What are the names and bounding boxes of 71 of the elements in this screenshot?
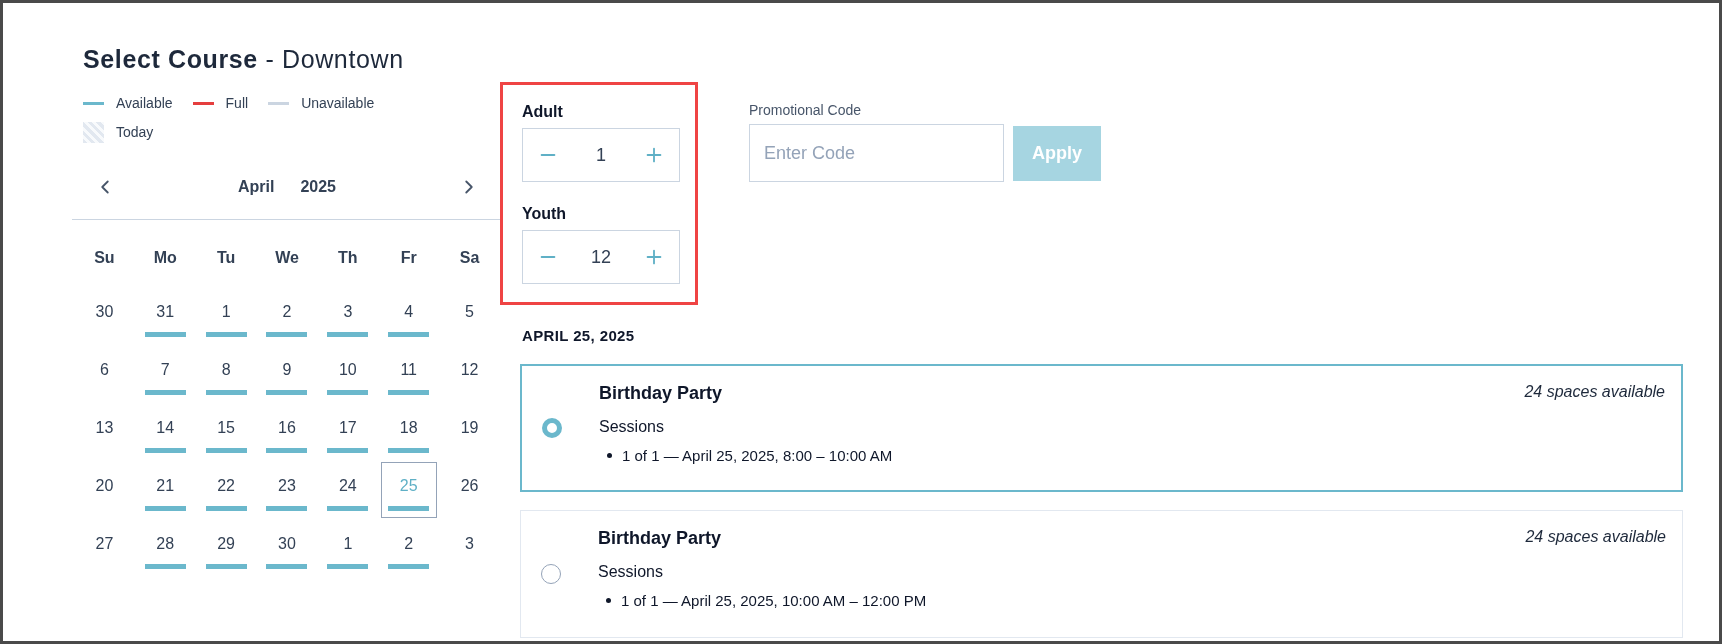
calendar-day[interactable]: 20 — [76, 461, 133, 518]
weekday-header: Th — [338, 247, 358, 268]
calendar-day[interactable]: 5 — [441, 287, 498, 344]
weekday-header: Su — [94, 247, 115, 268]
quantity-value: 1 — [596, 143, 606, 167]
bullet-icon — [607, 453, 612, 459]
calendar-day[interactable]: 21 — [137, 461, 194, 518]
calendar-day[interactable]: 3 — [441, 519, 498, 576]
sessions-label: Sessions — [599, 416, 664, 437]
quantity-stepper[interactable]: 1 — [522, 128, 680, 182]
legend-label: Today — [116, 122, 154, 142]
calendar-day[interactable]: 30 — [76, 287, 133, 344]
calendar-day[interactable]: 2 — [259, 287, 315, 344]
calendar-day[interactable]: 14 — [137, 403, 194, 460]
quantity-label: Youth — [522, 204, 568, 224]
course-card[interactable]: Birthday Party 24 spaces available Sessions 1 of 1 — April 25, 2025, 8:00 – 10:00 AM — [520, 363, 1683, 492]
calendar-day[interactable]: 22 — [198, 461, 255, 518]
calendar-day[interactable]: 11 — [380, 345, 437, 402]
weekday-header: Mo — [153, 247, 177, 268]
calendar-day[interactable]: 15 — [198, 403, 255, 460]
session-time: 1 of 1 — April 25, 2025, 10:00 AM – 12:00 PM — [621, 590, 927, 611]
legend-label: Unavailable — [301, 93, 375, 113]
calendar-day[interactable]: 10 — [319, 345, 376, 402]
quantity-label: Adult — [522, 102, 564, 122]
page-title: Select Course - Downtown — [83, 44, 404, 75]
weekday-header: Fr — [400, 247, 417, 268]
calendar-day[interactable]: 7 — [137, 345, 194, 402]
calendar-day[interactable]: 2 — [380, 519, 437, 576]
legend-label: Full — [225, 93, 249, 113]
quantity-stepper[interactable]: 12 — [522, 230, 680, 284]
weekday-header: Tu — [216, 247, 236, 268]
calendar-day[interactable]: 26 — [441, 461, 498, 518]
calendar-day[interactable]: 1 — [198, 287, 255, 344]
calendar-day[interactable]: 12 — [441, 345, 498, 402]
calendar-day[interactable]: 13 — [76, 403, 133, 460]
calendar-day[interactable]: 8 — [198, 345, 255, 402]
calendar-day[interactable]: 17 — [319, 403, 376, 460]
calendar-day[interactable]: 29 — [198, 519, 255, 576]
calendar-day[interactable]: 1 — [319, 519, 376, 576]
weekday-header: Sa — [459, 247, 480, 268]
legend-hatch-icon — [83, 121, 104, 143]
radio-button[interactable] — [542, 417, 562, 438]
course-card[interactable]: Birthday Party 24 spaces available Sessions 1 of 1 — April 25, 2025, 10:00 AM – 12:00 PM — [520, 509, 1683, 638]
session-time: 1 of 1 — April 25, 2025, 8:00 – 10:00 AM — [622, 445, 893, 466]
month-label: April — [237, 176, 275, 197]
sessions-label: Sessions — [598, 561, 663, 582]
date-heading: APRIL 25, 2025 — [522, 326, 635, 346]
weekday-header: We — [275, 247, 299, 268]
year-label: 2025 — [300, 176, 336, 197]
calendar-day[interactable]: 9 — [259, 345, 315, 402]
calendar-day[interactable]: 3 — [319, 287, 376, 344]
promo-label: Promotional Code — [749, 101, 863, 120]
calendar-day[interactable]: 27 — [76, 519, 133, 576]
bullet-icon — [606, 598, 611, 604]
legend-label: Available — [116, 93, 173, 113]
course-name: Birthday Party — [598, 526, 722, 550]
spaces-available: 24 spaces available — [1524, 381, 1665, 402]
calendar-day[interactable]: 28 — [137, 519, 194, 576]
quantity-value: 12 — [591, 245, 611, 269]
spaces-available: 24 spaces available — [1525, 526, 1666, 547]
calendar-day[interactable]: 23 — [259, 461, 315, 518]
promo-code-input[interactable]: Enter Code — [749, 124, 1004, 182]
calendar-day[interactable]: 4 — [380, 287, 437, 344]
calendar-day[interactable]: 6 — [76, 345, 133, 402]
calendar-day[interactable]: 31 — [137, 287, 194, 344]
calendar-day[interactable]: 24 — [319, 461, 376, 518]
course-name: Birthday Party — [599, 381, 723, 405]
calendar-day[interactable]: 30 — [259, 519, 315, 576]
calendar-day[interactable]: 19 — [441, 403, 498, 460]
calendar-day[interactable]: 16 — [259, 403, 315, 460]
calendar-day[interactable]: 18 — [380, 403, 437, 460]
